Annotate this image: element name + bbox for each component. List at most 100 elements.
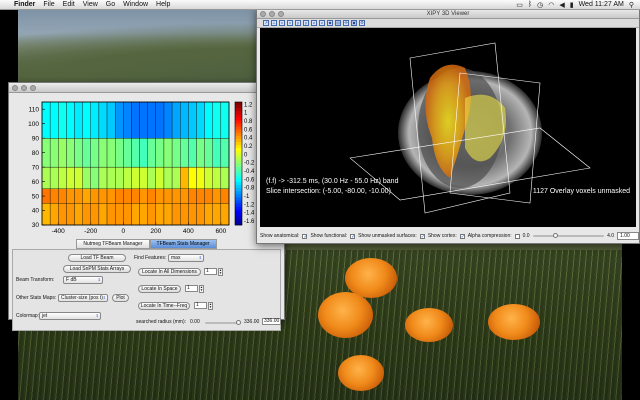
- battery-icon[interactable]: ▮: [570, 1, 574, 9]
- tf-plot-area[interactable]: -400 -200 0 200 400 600 30 40 50 60 70 80 90 100 110 1.…: [9, 93, 284, 238]
- axes-icon[interactable]: ⊥: [271, 20, 277, 26]
- radius-value-field[interactable]: 336.00: [262, 318, 281, 325]
- heatmap-cell: [41, 101, 51, 139]
- heatmap-cell: [106, 166, 116, 189]
- colorbar-segment: [235, 166, 242, 170]
- show-cortex-checkbox[interactable]: ✓: [459, 233, 465, 239]
- locate-all-dimensions-button[interactable]: Locate In All Dimensions: [138, 268, 201, 276]
- alpha-slider-knob[interactable]: [553, 233, 559, 238]
- menu-edit[interactable]: Edit: [63, 1, 75, 8]
- view-y-neg-icon[interactable]: y: [303, 20, 309, 26]
- locate-space-count[interactable]: 1: [185, 285, 198, 292]
- y-tick-label: 40: [32, 208, 40, 215]
- radius-slider[interactable]: [205, 320, 241, 325]
- fullscreen-icon[interactable]: ✣: [343, 20, 349, 26]
- heatmap-cell: [147, 166, 157, 189]
- colormap-select[interactable]: jet ⇕: [39, 312, 101, 320]
- view-x-neg-icon[interactable]: x: [287, 20, 293, 26]
- locate-time-freq-button[interactable]: Locate In Time--Freq: [138, 302, 190, 310]
- tab-bar: Nutmeg TFBeam Manager TFBeam Stats Manag…: [9, 239, 284, 249]
- heatmap-cell: [155, 138, 165, 168]
- colorbar-segment: [235, 157, 242, 161]
- show-anatomical-checkbox[interactable]: ✓: [302, 233, 308, 239]
- colorbar-segment: [235, 163, 242, 167]
- alpha-compression-checkbox[interactable]: [514, 233, 520, 239]
- alpha-value-field[interactable]: 1.00: [617, 232, 639, 240]
- heatmap-cell: [98, 101, 108, 139]
- colorbar-segment: [235, 138, 242, 143]
- menu-clock[interactable]: Wed 11:27 AM: [579, 1, 624, 8]
- window-controls: [12, 84, 36, 91]
- heatmap-cell: [163, 166, 173, 189]
- heatmap-cell: [180, 101, 189, 139]
- heatmap-cell: [123, 166, 132, 189]
- save-icon[interactable]: ▣: [351, 20, 357, 26]
- view-x-icon[interactable]: x: [279, 20, 285, 26]
- menu-help[interactable]: Help: [156, 1, 170, 8]
- menu-go[interactable]: Go: [106, 1, 115, 8]
- parallel-icon[interactable]: ▤: [335, 20, 341, 26]
- alpha-slider[interactable]: [532, 233, 605, 238]
- find-features-select[interactable]: max ⇕: [168, 254, 204, 262]
- heatmap-cell: [188, 166, 197, 189]
- colorbar-segment: [235, 215, 242, 220]
- view-z-icon[interactable]: z: [311, 20, 317, 26]
- heatmap-cell: [114, 101, 124, 139]
- display-icon[interactable]: ▭: [516, 1, 523, 9]
- colormap-value: jet: [42, 313, 48, 319]
- menu-file[interactable]: File: [43, 1, 54, 8]
- nutmeg-titlebar[interactable]: [9, 83, 284, 93]
- beam-transform-label: Beam Transform:: [16, 277, 55, 283]
- heatmap-cell: [204, 101, 213, 139]
- menu-bar: Finder File Edit View Go Window Help ▭ ᛒ…: [0, 0, 640, 10]
- locate-time-freq-count[interactable]: 1: [194, 302, 207, 309]
- load-snpm-button[interactable]: Load SnPM Stats Arrays: [63, 265, 131, 273]
- volume-icon[interactable]: ◀: [559, 1, 564, 9]
- view-z-neg-icon[interactable]: z: [319, 20, 325, 26]
- tab-tfbeam-stats-manager[interactable]: TFBeam Stats Manager: [149, 239, 217, 249]
- heatmap-cell: [98, 166, 108, 189]
- searched-radius-label: searched radius (mm):: [136, 319, 187, 325]
- timemachine-icon[interactable]: ◷: [537, 1, 543, 9]
- beam-transform-select[interactable]: F dB ⇕: [63, 276, 103, 284]
- 3d-render-area[interactable]: (f.f) -> -312.5 ms, (30.0 Hz - 55.0 Hz) …: [260, 28, 636, 227]
- show-functional-checkbox[interactable]: ✓: [350, 233, 355, 239]
- colorbar-segment: [235, 194, 242, 198]
- isometric-icon[interactable]: ◆: [327, 20, 333, 26]
- tab-tfbeam-manager[interactable]: Nutmeg TFBeam Manager: [76, 239, 150, 249]
- colorbar-tick-label: -1.2: [244, 202, 255, 208]
- plot-button[interactable]: Plot: [112, 294, 129, 302]
- heatmap-cell: [66, 203, 75, 226]
- heatmap-cell: [90, 166, 100, 189]
- radius-slider-knob[interactable]: [236, 320, 241, 325]
- spotlight-icon[interactable]: ⚲: [629, 1, 634, 9]
- heatmap-cell: [163, 138, 173, 168]
- viewer-toolbar: ↗ ⊥ x x y y z z ◆ ▤ ✣ ▣ ⚙: [257, 19, 639, 28]
- menu-view[interactable]: View: [83, 1, 98, 8]
- brain-render[interactable]: [260, 28, 636, 227]
- viewer-titlebar[interactable]: XIPY 3D Viewer: [257, 9, 639, 19]
- close-button[interactable]: [12, 84, 18, 91]
- view-y-icon[interactable]: y: [295, 20, 301, 26]
- load-tf-beam-button[interactable]: Load TF Beam: [68, 254, 126, 262]
- pointer-icon[interactable]: ↗: [263, 20, 269, 26]
- tf-heatmap-chart[interactable]: -400 -200 0 200 400 600 30 40 50 60 70 80 90 100 110 1.…: [9, 93, 284, 238]
- locate-space-button[interactable]: Locate In Space: [138, 285, 181, 293]
- colorbar-segment: [235, 172, 242, 177]
- show-unmasked-checkbox[interactable]: ✓: [419, 233, 425, 239]
- menu-window[interactable]: Window: [123, 1, 148, 8]
- locate-all-count[interactable]: 1: [204, 268, 217, 275]
- wifi-icon[interactable]: ◠: [548, 1, 554, 9]
- menu-app-name[interactable]: Finder: [14, 1, 35, 8]
- colorbar-segment: [235, 200, 242, 204]
- bluetooth-icon[interactable]: ᛒ: [528, 1, 532, 8]
- settings-icon[interactable]: ⚙: [359, 20, 365, 26]
- locate-all-stepper[interactable]: ▲ ▼: [218, 268, 223, 276]
- zoom-button[interactable]: [30, 84, 36, 91]
- locate-time-freq-stepper[interactable]: ▲ ▼: [208, 302, 213, 310]
- minimize-button[interactable]: [21, 84, 27, 91]
- other-stats-select[interactable]: Cluster-size (pos t) ⇕: [58, 294, 108, 302]
- x-tick-label: -400: [52, 228, 65, 235]
- locate-space-stepper[interactable]: ▲ ▼: [199, 285, 204, 293]
- x-tick-label: -200: [84, 228, 97, 235]
